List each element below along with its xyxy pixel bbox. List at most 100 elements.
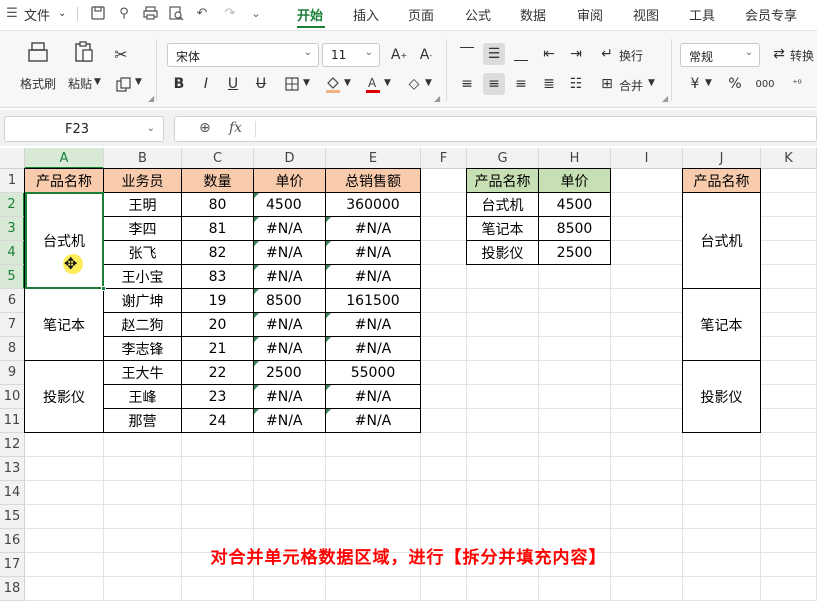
font-name-select[interactable]: 宋体 ⌄ [167, 43, 319, 67]
select-all-corner[interactable] [0, 148, 25, 169]
save-icon[interactable] [90, 5, 106, 21]
column-header-b[interactable]: B [104, 148, 182, 169]
table1-cell[interactable]: #N/A [325, 240, 421, 265]
table1-cell[interactable]: #N/A [253, 384, 326, 409]
formula-input[interactable]: ⊕ fx [174, 116, 817, 142]
table1-cell[interactable]: 360000 [325, 192, 421, 217]
table2-header[interactable]: 产品名称 [466, 168, 539, 193]
increase-indent-icon[interactable]: ⇥ [565, 43, 587, 65]
table1-cell[interactable]: 161500 [325, 288, 421, 313]
table1-cell[interactable]: #N/A [253, 336, 326, 361]
convert-label[interactable]: 转换 [790, 47, 814, 64]
name-box[interactable]: F23 ⌄ [4, 116, 164, 142]
redo-icon[interactable]: ↷ [222, 5, 238, 21]
table1-cell[interactable]: 4500 [253, 192, 326, 217]
table2-cell[interactable]: 8500 [538, 216, 611, 241]
font-color-chevron-icon[interactable]: ▼ [384, 78, 391, 88]
tab-data[interactable]: 数据 [520, 5, 546, 24]
print-preview-icon[interactable] [168, 5, 184, 21]
merge-chevron-icon[interactable]: ▼ [648, 78, 655, 88]
row-header-2[interactable]: 2 [0, 193, 25, 217]
print-icon[interactable] [142, 5, 158, 21]
table1-header[interactable]: 单价 [253, 168, 326, 193]
zoom-formula-icon[interactable]: ⊕ [199, 120, 211, 136]
clear-format-icon[interactable]: ◇ [403, 73, 425, 95]
hamburger-menu-icon[interactable]: ☰ [4, 5, 20, 21]
table1-cell[interactable]: 张飞 [103, 240, 182, 265]
link-icon[interactable]: ⚲ [116, 5, 132, 21]
borders-chevron-icon[interactable]: ▼ [303, 78, 310, 88]
cut-icon[interactable]: ✂ [110, 43, 132, 65]
merge-label[interactable]: 合并 [619, 77, 643, 94]
table1-cell[interactable]: 那营 [103, 408, 182, 433]
table1-cell[interactable]: #N/A [325, 264, 421, 289]
table1-cell[interactable]: 王峰 [103, 384, 182, 409]
table1-cell[interactable]: #N/A [253, 240, 326, 265]
fill-color-chevron-icon[interactable]: ▼ [344, 78, 351, 88]
number-format-select[interactable]: 常规 ⌄ [680, 43, 760, 67]
clear-chevron-icon[interactable]: ▼ [425, 78, 432, 88]
table1-cell[interactable]: #N/A [325, 336, 421, 361]
column-header-f[interactable]: F [421, 148, 467, 169]
column-header-d[interactable]: D [254, 148, 326, 169]
row-header-18[interactable]: 18 [0, 577, 25, 601]
table1-cell[interactable]: 82 [181, 240, 254, 265]
table1-cell[interactable]: #N/A [253, 408, 326, 433]
row-header-14[interactable]: 14 [0, 481, 25, 505]
row-header-4[interactable]: 4 [0, 241, 25, 265]
merged-product-cell[interactable]: 投影仪 [24, 360, 104, 433]
row-header-12[interactable]: 12 [0, 433, 25, 457]
column-header-i[interactable]: I [611, 148, 683, 169]
strikethrough-icon[interactable]: U [250, 73, 272, 95]
file-menu-chevron-icon[interactable]: ⌄ [58, 8, 66, 19]
underline-button[interactable]: U [222, 73, 244, 95]
row-header-6[interactable]: 6 [0, 289, 25, 313]
spreadsheet-grid[interactable]: ABCDEFGHIJK 1 2 3 4 5 6 7 8 9 10 11 12 13 14 15 16 17 18 … [0, 148, 817, 601]
justify-icon[interactable]: ≣ [538, 73, 560, 95]
italic-button[interactable]: I [195, 73, 217, 95]
table1-cell[interactable]: #N/A [253, 216, 326, 241]
table1-cell[interactable]: 20 [181, 312, 254, 337]
merged-product-cell[interactable]: 笔记本 [24, 288, 104, 361]
file-menu[interactable]: 文件 [24, 5, 50, 24]
row-header-11[interactable]: 11 [0, 409, 25, 433]
fill-handle[interactable] [101, 286, 106, 291]
table1-cell[interactable]: 81 [181, 216, 254, 241]
table1-header[interactable]: 数量 [181, 168, 254, 193]
alignment-launcher-icon[interactable]: ◢ [662, 94, 668, 103]
table1-cell[interactable]: 83 [181, 264, 254, 289]
percent-button[interactable]: % [724, 73, 746, 95]
tab-home[interactable]: 开始 [297, 5, 323, 24]
table1-header[interactable]: 产品名称 [24, 168, 104, 193]
column-header-e[interactable]: E [326, 148, 421, 169]
table1-cell[interactable]: 80 [181, 192, 254, 217]
column-header-c[interactable]: C [182, 148, 254, 169]
table1-cell[interactable]: 谢广坤 [103, 288, 182, 313]
wrap-text-icon[interactable]: ↵ [596, 43, 618, 65]
tab-tools[interactable]: 工具 [689, 5, 715, 24]
distributed-icon[interactable]: ☷ [565, 73, 587, 95]
font-size-select[interactable]: 11 ⌄ [322, 43, 380, 67]
table2-cell[interactable]: 2500 [538, 240, 611, 265]
table1-header[interactable]: 总销售额 [325, 168, 421, 193]
table2-cell[interactable]: 台式机 [466, 192, 539, 217]
undo-icon[interactable]: ↶ [194, 5, 210, 21]
currency-button[interactable]: ¥ [684, 73, 706, 95]
decrease-indent-icon[interactable]: ⇤ [538, 43, 560, 65]
align-right-icon[interactable]: ≡ [510, 73, 532, 95]
table1-header[interactable]: 业务员 [103, 168, 182, 193]
decrease-font-icon[interactable]: A- [415, 44, 437, 66]
row-header-13[interactable]: 13 [0, 457, 25, 481]
row-header-5[interactable]: 5 [0, 265, 25, 289]
thousands-separator-icon[interactable]: 000 [754, 73, 776, 95]
table3-product-cell[interactable]: 台式机 [682, 192, 761, 289]
wrap-text-label[interactable]: 换行 [619, 47, 643, 64]
tab-formulas[interactable]: 公式 [465, 5, 491, 24]
table2-cell[interactable]: 投影仪 [466, 240, 539, 265]
table1-cell[interactable]: #N/A [253, 264, 326, 289]
table1-cell[interactable]: 23 [181, 384, 254, 409]
align-left-icon[interactable]: ≡ [456, 73, 478, 95]
table3-product-cell[interactable]: 笔记本 [682, 288, 761, 361]
bold-button[interactable]: B [168, 73, 190, 95]
row-header-10[interactable]: 10 [0, 385, 25, 409]
